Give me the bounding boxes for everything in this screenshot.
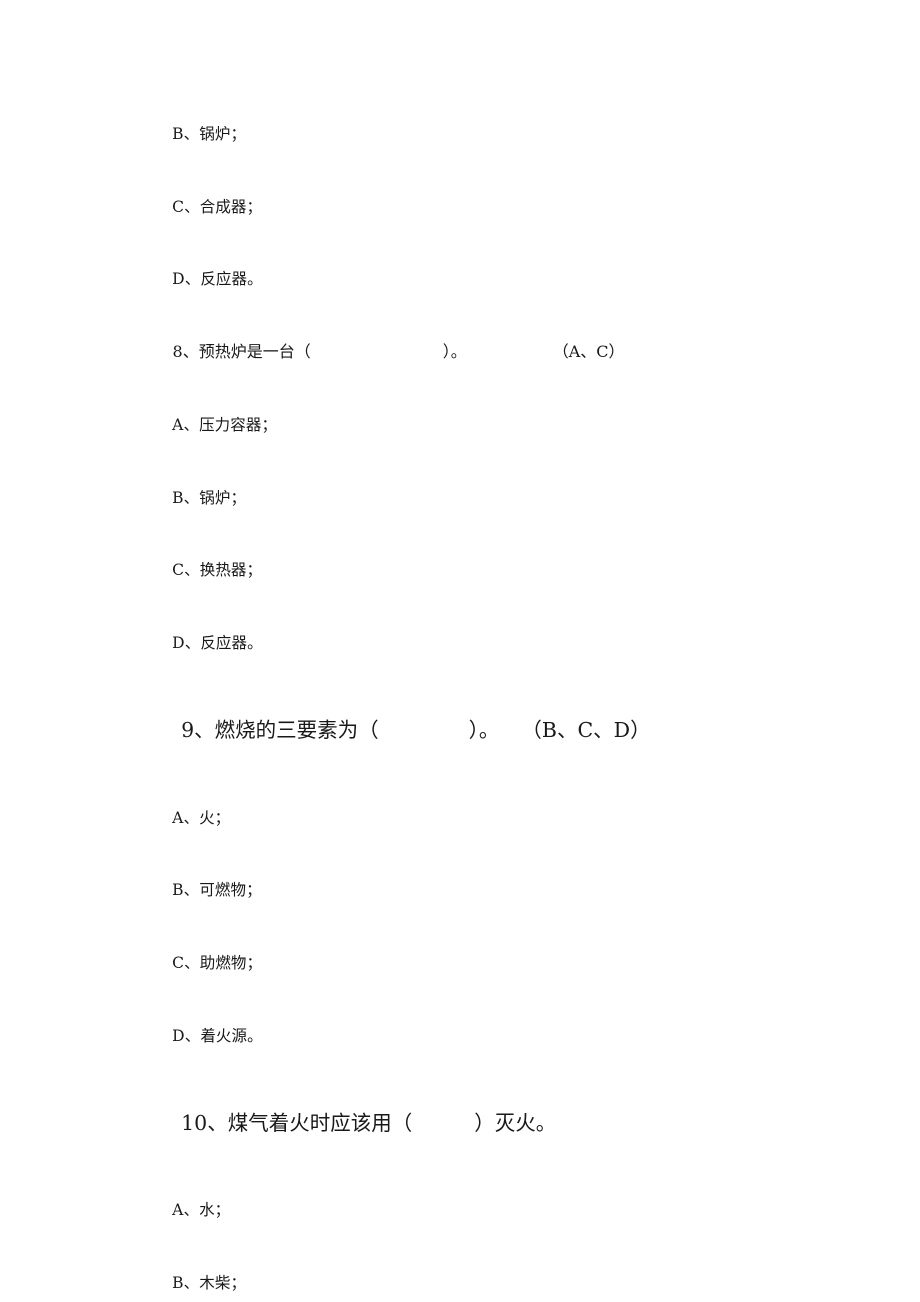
option-label: B、 (172, 488, 200, 507)
option-text: 合成器； (199, 197, 263, 216)
option-text: 木柴； (199, 1273, 247, 1292)
document-page: B、锅炉； C、合成器； D、反应器。 8、预热炉是一台（）。 （A、C） A、压… (0, 0, 920, 1302)
answer-key: （A、C） (552, 342, 625, 362)
option-text: 水； (199, 1201, 231, 1220)
option-label: B、 (172, 1273, 200, 1292)
option-row: C、换热器； (142, 534, 842, 607)
question-number: 10、 (181, 1110, 228, 1135)
document-body: B、锅炉； C、合成器； D、反应器。 8、预热炉是一台（）。 （A、C） A、压… (142, 98, 842, 1302)
option-label: A、 (172, 1201, 200, 1220)
option-text: 锅炉； (199, 125, 247, 144)
option-label: B、 (172, 881, 200, 900)
option-text: 可燃物； (199, 881, 262, 900)
option-row: A、水； (142, 1174, 842, 1247)
option-text: 换热器； (199, 561, 263, 580)
option-row: D、反应器。 (142, 243, 842, 316)
option-text: 锅炉； (199, 488, 247, 507)
question-stem: 8、预热炉是一台（ ）。 （A、C） (142, 316, 842, 389)
option-text: 火； (199, 808, 231, 827)
option-text: 助燃物； (199, 953, 263, 972)
option-label: B、 (172, 125, 200, 144)
option-label: A、 (172, 808, 200, 827)
question-number: 8、 (172, 342, 199, 362)
option-label: D、 (172, 1026, 201, 1045)
option-text: 压力容器； (199, 416, 278, 435)
question-stem: 10、煤气着火时应该用（ ）灭火。 (142, 1086, 842, 1161)
option-label: A、 (172, 416, 200, 435)
answer-key: （B、C、D） (521, 718, 651, 743)
option-text: 反应器。 (200, 270, 263, 289)
option-row: A、压力容器； (142, 389, 842, 462)
option-label: C、 (172, 953, 200, 972)
blank-close: ）灭火。 (474, 1110, 557, 1135)
option-text: 反应器。 (200, 634, 263, 653)
question-text: 燃烧的三要素为（ (214, 718, 379, 743)
question-text: 预热炉是一台（ (198, 342, 311, 362)
blank-close: ）。 (442, 342, 467, 362)
option-text: 着火源。 (200, 1026, 263, 1045)
option-row: D、着火源。 (142, 999, 842, 1072)
option-row: B、锅炉； (142, 462, 842, 535)
option-row: B、锅炉； (142, 98, 842, 171)
option-row: C、助燃物； (142, 927, 842, 1000)
blank-close: ）。 (468, 718, 500, 743)
question-number: 9、 (181, 718, 215, 743)
option-row: B、可燃物； (142, 854, 842, 927)
question-text: 煤气着火时应该用（ (227, 1110, 413, 1135)
option-label: C、 (172, 197, 200, 216)
option-row: D、反应器。 (142, 607, 842, 680)
option-label: C、 (172, 561, 200, 580)
option-row: C、合成器； (142, 171, 842, 244)
question-stem: 9、燃烧的三要素为（ ）。 （B、C、D） (142, 693, 842, 768)
option-row: B、木柴； (142, 1247, 842, 1302)
option-label: D、 (172, 270, 201, 289)
option-row: A、火； (142, 781, 842, 854)
option-label: D、 (172, 634, 201, 653)
